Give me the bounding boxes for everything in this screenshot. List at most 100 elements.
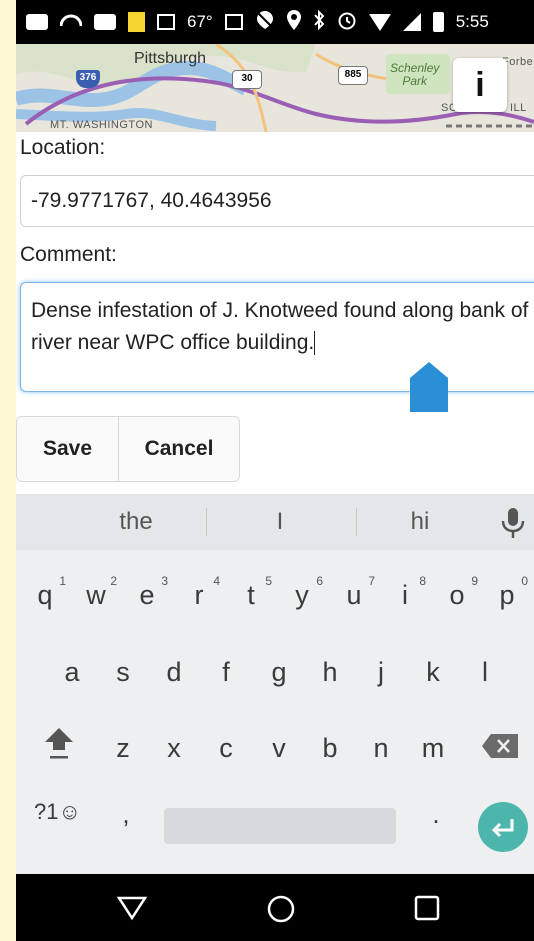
- key-o-label: o: [449, 580, 465, 610]
- temperature-text: 67°: [187, 12, 213, 31]
- period-key[interactable]: .: [426, 799, 446, 830]
- suggestion-divider: [206, 508, 207, 536]
- key-l[interactable]: l: [462, 644, 508, 700]
- key-i-hint: 8: [419, 574, 426, 588]
- key-u-hint: 7: [368, 574, 375, 588]
- battery-icon: [432, 12, 444, 32]
- key-b[interactable]: b: [307, 720, 353, 776]
- key-t-hint: 5: [265, 574, 272, 588]
- key-j[interactable]: j: [358, 644, 404, 700]
- recents-icon[interactable]: [414, 895, 440, 921]
- comment-text: Dense infestation of J. Knotweed found a…: [31, 299, 529, 354]
- highway-shield-376: 376: [76, 70, 100, 88]
- clock-time: 5:55: [455, 12, 489, 31]
- location-label: Location:: [20, 136, 106, 159]
- key-o[interactable]: o9: [434, 567, 480, 623]
- key-u-label: u: [346, 580, 362, 610]
- suggestion-item[interactable]: I: [230, 494, 330, 550]
- key-z[interactable]: z: [100, 720, 146, 776]
- key-i-label: i: [402, 580, 408, 610]
- signal-icon: [402, 13, 421, 31]
- key-v[interactable]: v: [256, 720, 302, 776]
- key-q-label: q: [37, 580, 53, 610]
- comma-key[interactable]: ,: [116, 799, 136, 830]
- key-p-hint: 0: [521, 574, 528, 588]
- key-p[interactable]: p0: [484, 567, 530, 623]
- key-x[interactable]: x: [151, 720, 197, 776]
- suggestion-item[interactable]: the: [86, 494, 186, 550]
- space-bar[interactable]: [164, 808, 396, 844]
- enter-icon: [491, 819, 514, 838]
- suggestion-item[interactable]: hi: [370, 494, 470, 550]
- back-icon[interactable]: [116, 894, 148, 922]
- status-bar: 67° 5:55: [16, 0, 534, 44]
- key-y-hint: 6: [316, 574, 323, 588]
- enter-key[interactable]: [478, 802, 528, 852]
- text-selection-handle[interactable]: [410, 362, 448, 412]
- cast-icon: [59, 12, 83, 32]
- key-u[interactable]: u7: [331, 567, 377, 623]
- key-e-hint: 3: [161, 574, 168, 588]
- cancel-button[interactable]: Cancel: [119, 417, 239, 481]
- status-bar-notifications: 67° 5:55: [26, 0, 489, 44]
- key-y[interactable]: y6: [279, 567, 325, 623]
- key-t-label: t: [247, 580, 255, 610]
- location-icon: [286, 9, 301, 35]
- map-park-label-line2: Park: [402, 74, 428, 88]
- save-button[interactable]: Save: [17, 417, 119, 481]
- highway-shield-30: 30: [232, 70, 262, 89]
- home-icon[interactable]: [266, 894, 296, 924]
- comment-label: Comment:: [20, 243, 117, 266]
- key-w[interactable]: w2: [73, 567, 119, 623]
- photo-icon: [224, 14, 243, 30]
- map-park-label: Schenley Park: [390, 62, 439, 88]
- form-actions: Save Cancel: [16, 416, 240, 482]
- key-y-label: y: [295, 580, 309, 610]
- message-icon: [26, 14, 48, 30]
- suggestion-divider: [356, 508, 357, 536]
- suggestion-bar: the I hi: [16, 494, 534, 550]
- location-field[interactable]: -79.9771767, 40.4643956: [20, 175, 534, 227]
- key-o-hint: 9: [471, 574, 478, 588]
- map-info-button[interactable]: i: [453, 58, 507, 112]
- key-e-label: e: [139, 580, 155, 610]
- key-m[interactable]: m: [410, 720, 456, 776]
- microphone-icon[interactable]: [500, 508, 526, 538]
- note-icon: [128, 12, 145, 32]
- key-t[interactable]: t5: [228, 567, 274, 623]
- key-r-label: r: [194, 580, 204, 610]
- backspace-icon[interactable]: [482, 734, 518, 758]
- text-cursor: [314, 331, 316, 356]
- key-a[interactable]: a: [49, 644, 95, 700]
- alarm-icon: [337, 10, 357, 35]
- bluetooth-icon: [313, 9, 325, 35]
- key-s[interactable]: s: [100, 644, 146, 700]
- navigation-bar: [16, 874, 534, 941]
- key-q-hint: 1: [59, 574, 66, 588]
- key-f[interactable]: f: [203, 644, 249, 700]
- map-park-label-line1: Schenley: [390, 61, 440, 75]
- shift-icon[interactable]: [44, 726, 74, 760]
- key-w-hint: 2: [110, 574, 117, 588]
- location-off-icon: [255, 10, 275, 35]
- phone-screen: 67° 5:55 Pittsburgh MT. WASHINGTON Schen…: [16, 0, 534, 941]
- map-view[interactable]: Pittsburgh MT. WASHINGTON Schenley Park …: [16, 44, 534, 132]
- key-q[interactable]: q1: [22, 567, 68, 623]
- symbols-key[interactable]: ?1☺: [34, 799, 81, 825]
- key-c[interactable]: c: [203, 720, 249, 776]
- key-n[interactable]: n: [358, 720, 404, 776]
- key-r[interactable]: r4: [176, 567, 222, 623]
- key-h[interactable]: h: [307, 644, 353, 700]
- key-r-hint: 4: [213, 574, 220, 588]
- comment-field[interactable]: Dense infestation of J. Knotweed found a…: [20, 282, 534, 392]
- map-city-label: Pittsburgh: [134, 50, 207, 67]
- key-d[interactable]: d: [151, 644, 197, 700]
- key-p-label: p: [499, 580, 515, 610]
- soft-keyboard: the I hi q1 w2 e3 r4 t5 y6 u7 i8 o9 p0 a…: [16, 494, 534, 874]
- key-k[interactable]: k: [410, 644, 456, 700]
- key-g[interactable]: g: [256, 644, 302, 700]
- key-i[interactable]: i8: [382, 567, 428, 623]
- key-w-label: w: [86, 580, 106, 610]
- image-icon: [157, 14, 175, 30]
- key-e[interactable]: e3: [124, 567, 170, 623]
